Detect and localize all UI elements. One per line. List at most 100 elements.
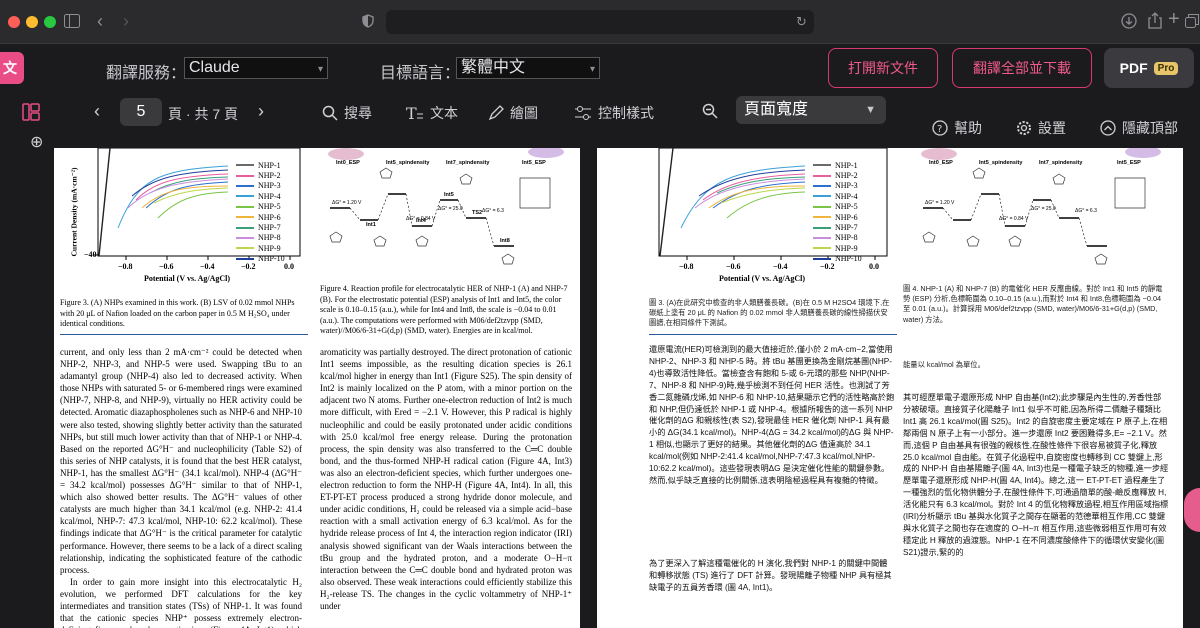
pdf-pro-button[interactable]: PDF Pro	[1104, 48, 1194, 88]
zoom-value: 頁面寬度	[744, 101, 809, 118]
figure3-caption: Figure 3. (A) NHPs examined in this work…	[60, 298, 295, 328]
forward-icon[interactable]: ›	[123, 12, 129, 30]
help-button[interactable]: ? 幫助	[932, 118, 982, 138]
minimize-window-button[interactable]	[26, 16, 38, 28]
y-axis-label: Current Density (mA·cm⁻²)	[69, 167, 79, 257]
legend-label: NHP-7	[258, 223, 281, 233]
legend-swatch	[813, 216, 831, 219]
legend-label: NHP-8	[258, 233, 281, 243]
paragraph: 還原電流(HER)可檢測到的最大值接近於,僅小於 2 mA·cm−2,當使用 N…	[649, 345, 895, 485]
legend-item: NHP-8	[813, 233, 893, 243]
address-bar[interactable]: ↻	[386, 10, 814, 34]
legend-swatch	[813, 195, 831, 198]
sliders-icon	[575, 106, 591, 120]
esp-map	[328, 148, 364, 160]
legend-item: NHP-9	[813, 243, 893, 253]
text-tool[interactable]: T 文本	[406, 103, 458, 123]
zoom-select[interactable]: 頁面寬度 ▼	[736, 96, 886, 124]
hide-top-button[interactable]: 隱藏頂部	[1100, 118, 1178, 138]
body-column-2: aromaticity was partially destroyed. The…	[320, 347, 572, 611]
legend-label: NHP-2	[835, 171, 858, 181]
text-label: 文本	[430, 105, 458, 121]
body-column-1-translated: 還原電流(HER)可檢測到的最大值接近於,僅小於 2 mA·cm−2,當使用 N…	[649, 344, 895, 487]
legend-label: NHP-8	[835, 233, 858, 243]
legend-swatch	[813, 257, 831, 260]
close-window-button[interactable]	[8, 16, 20, 28]
chevron-down-icon: ▾	[589, 64, 595, 75]
tab-overview-icon[interactable]	[1185, 14, 1199, 32]
figure4-caption-translated: 圖 4. NHP-1 (A) 和 NHP-7 (B) 的電催化 HER 反應曲線…	[903, 284, 1163, 324]
back-icon[interactable]: ‹	[97, 12, 103, 30]
body-column-1: current, and only less than 2 mA·cm⁻² co…	[60, 346, 302, 628]
settings-label: 設置	[1038, 120, 1066, 136]
translate-all-download-button[interactable]: 翻譯全部並下載	[952, 48, 1092, 88]
settings-button[interactable]: 設置	[1016, 118, 1066, 138]
new-tab-icon[interactable]: +	[1168, 9, 1180, 29]
legend-label: NHP-1	[835, 160, 858, 170]
body-column-1b-translated: 為了更深入了解這種電催化的 H 演化,我們對 NHP-1 的關鍵中間體和轉移狀態…	[649, 558, 895, 594]
page-total-label: 頁 · 共 7 頁	[168, 106, 239, 122]
search-label: 搜尋	[344, 105, 372, 121]
language-select[interactable]: 繁體中文 ▾	[456, 57, 600, 79]
x-tick-label: −0.6	[726, 262, 741, 271]
zoom-window-button[interactable]	[44, 16, 56, 28]
body-column-2-translated: 其可經歷單電子還原形成 NHP 自由基(Int2);此步驟是內生性的,芳香性部分…	[903, 393, 1169, 557]
text-icon: T	[406, 105, 423, 121]
legend-swatch	[236, 205, 254, 208]
page-number-input[interactable]: 5	[120, 98, 162, 126]
energy-label: ΔG° = 1.20 V	[332, 200, 362, 206]
legend-item: NHP-10	[813, 254, 893, 264]
help-icon: ?	[932, 120, 948, 136]
scheme-label: Int5_spindensity	[979, 160, 1023, 166]
download-icon[interactable]	[1121, 13, 1137, 33]
pdf-label: PDF	[1119, 60, 1148, 76]
scheme-label: Int5_ESP	[1117, 160, 1141, 166]
controls-label: 控制樣式	[598, 105, 654, 121]
previous-page-icon[interactable]: ‹	[94, 101, 100, 122]
energy-label: ΔG° = 6.3	[1075, 208, 1097, 214]
energy-label: ΔG° = 6.3	[482, 208, 504, 214]
state-label: Int4	[416, 218, 426, 224]
open-new-file-button[interactable]: 打開新文件	[828, 48, 938, 88]
draw-tool[interactable]: 繪圖	[488, 103, 538, 123]
legend-swatch	[236, 236, 254, 239]
share-icon[interactable]	[1148, 12, 1162, 33]
zoom-in-icon[interactable]: ⊕	[30, 132, 43, 152]
zoom-out-icon[interactable]	[702, 103, 718, 124]
sidebar-toggle-icon[interactable]	[64, 14, 80, 32]
legend-label: NHP-7	[835, 223, 858, 233]
next-page-icon[interactable]: ›	[258, 101, 264, 122]
legend-swatch	[236, 174, 254, 177]
language-value: 繁體中文	[461, 59, 526, 76]
hide-top-label: 隱藏頂部	[1122, 120, 1178, 136]
legend-item: NHP-8	[236, 233, 316, 243]
figure4-caption: Figure 4. Reaction profile for electroca…	[320, 284, 568, 335]
legend-swatch	[236, 257, 254, 260]
service-select[interactable]: Claude ▾	[184, 57, 328, 79]
lsv-chart: −40 −0.8 −0.6 −0.4 −0.2 0.0 Potential (V…	[58, 148, 314, 298]
thumbnails-icon[interactable]	[22, 103, 40, 126]
controls-tool[interactable]: 控制樣式	[574, 103, 654, 123]
legend-label: NHP-5	[258, 202, 281, 212]
legend-item: NHP-3	[813, 181, 893, 191]
chart-legend: NHP-1 NHP-2 NHP-3 NHP-4 NHP-5 NHP-6 NHP-…	[236, 160, 316, 264]
series-nhp-6-line	[708, 185, 806, 209]
x-tick-label: −0.6	[159, 262, 174, 271]
reload-icon[interactable]: ↻	[796, 14, 807, 30]
legend-item: NHP-7	[813, 222, 893, 232]
figure3-caption-translated: 圖 3. (A)在此研究中檢查的非人類膳養長碳。(B)在 0.5 M H2SO4…	[649, 298, 890, 328]
legend-label: NHP-10	[835, 254, 862, 264]
legend-label: NHP-4	[258, 191, 281, 201]
legend-swatch	[813, 236, 831, 239]
legend-label: NHP-3	[835, 181, 858, 191]
search-tool[interactable]: 搜尋	[322, 103, 372, 123]
privacy-shield-icon[interactable]	[362, 14, 374, 32]
legend-item: NHP-2	[813, 170, 893, 180]
legend-swatch	[236, 164, 254, 167]
floating-assistant-button[interactable]	[1184, 488, 1200, 532]
state-label: Int5	[444, 192, 454, 198]
legend-item: NHP-3	[236, 181, 316, 191]
paragraph: In order to gain more insight into this …	[60, 576, 302, 628]
legend-swatch	[813, 226, 831, 229]
gear-icon	[1017, 121, 1031, 135]
